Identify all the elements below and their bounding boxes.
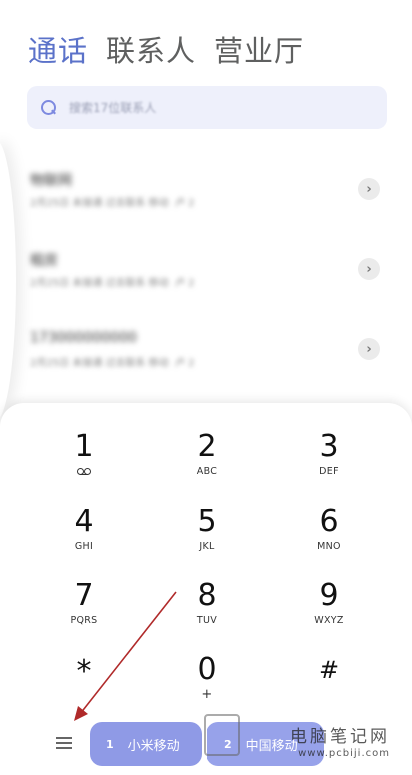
key-star[interactable]: * <box>29 655 139 725</box>
key-9[interactable]: 9 WXYZ <box>274 579 384 649</box>
call-meta: 2月25日 未接通 过去联系 移动 卢 2 <box>30 358 195 369</box>
key-5[interactable]: 5 JKL <box>152 505 262 575</box>
key-4[interactable]: 4 GHI <box>29 505 139 575</box>
tab-calls[interactable]: 通话 <box>28 28 88 70</box>
sim1-number: 1 <box>106 737 114 751</box>
key-2[interactable]: 2 ABC <box>152 430 262 500</box>
key-3[interactable]: 3 DEF <box>274 430 384 500</box>
call-name: 物联网 <box>30 173 72 189</box>
search-placeholder: 搜索17位联系人 <box>69 101 157 115</box>
call-log-item[interactable]: 租房 2月25日 未接通 过去联系 移动 卢 2 › <box>0 230 412 310</box>
call-log-item[interactable]: 173000000000 2月25日 未接通 过去联系 移动 卢 2 › <box>0 310 412 390</box>
call-meta: 2月25日 未接通 过去联系 移动 卢 2 <box>30 278 195 289</box>
key-7[interactable]: 7 PQRS <box>29 579 139 649</box>
chevron-right-icon[interactable]: › <box>358 258 380 280</box>
sim1-label: 小米移动 <box>127 738 180 754</box>
call-log-item[interactable]: 物联网 2月25日 未接通 过去联系 移动 卢 2 › <box>0 150 412 230</box>
voicemail-icon <box>77 468 91 475</box>
key-hash[interactable]: # <box>274 653 384 723</box>
menu-icon[interactable] <box>56 737 72 749</box>
tab-service-hall[interactable]: 营业厅 <box>214 28 304 70</box>
key-8[interactable]: 8 TUV <box>152 579 262 649</box>
key-0[interactable]: 0 + <box>152 653 262 723</box>
tab-contacts[interactable]: 联系人 <box>106 28 196 70</box>
phone-dialer-screen: 通话 联系人 营业厅 搜索17位联系人 物联网 2月25日 未接通 过去联系 移… <box>0 0 412 775</box>
chevron-right-icon[interactable]: › <box>358 338 380 360</box>
search-icon <box>41 100 56 115</box>
search-bar[interactable]: 搜索17位联系人 <box>27 86 387 129</box>
top-tabs: 通话 联系人 营业厅 <box>28 28 304 70</box>
call-name: 173000000000 <box>30 330 137 346</box>
chevron-right-icon[interactable]: › <box>358 178 380 200</box>
watermark-logo <box>204 714 240 756</box>
key-1[interactable]: 1 <box>29 430 139 500</box>
call-meta: 2月25日 未接通 过去联系 移动 卢 2 <box>30 198 195 209</box>
watermark: 电脑笔记网 www.pcbiji.com <box>290 727 390 759</box>
call-log-list: 物联网 2月25日 未接通 过去联系 移动 卢 2 › 租房 2月25日 未接通… <box>0 150 412 390</box>
call-sim1-button[interactable]: 1 小米移动 <box>90 722 202 766</box>
key-6[interactable]: 6 MNO <box>274 505 384 575</box>
call-name: 租房 <box>30 253 58 269</box>
